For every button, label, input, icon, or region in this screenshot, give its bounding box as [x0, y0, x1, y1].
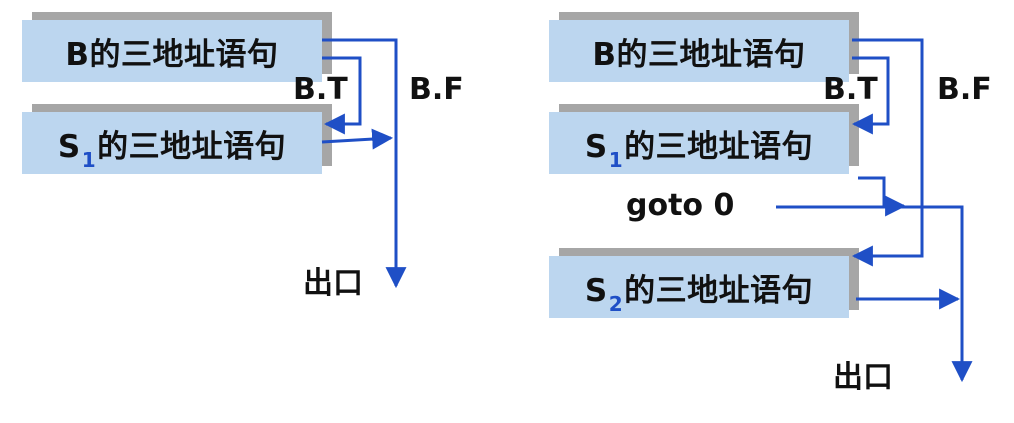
right-goto-arrow [776, 205, 973, 383]
left-bt-arrow [322, 56, 362, 135]
right-bt-arrow [851, 56, 890, 135]
left-s1-exit-arrow [321, 128, 394, 150]
right-s1-bracket [858, 176, 907, 217]
flow-arrows [321, 38, 973, 383]
